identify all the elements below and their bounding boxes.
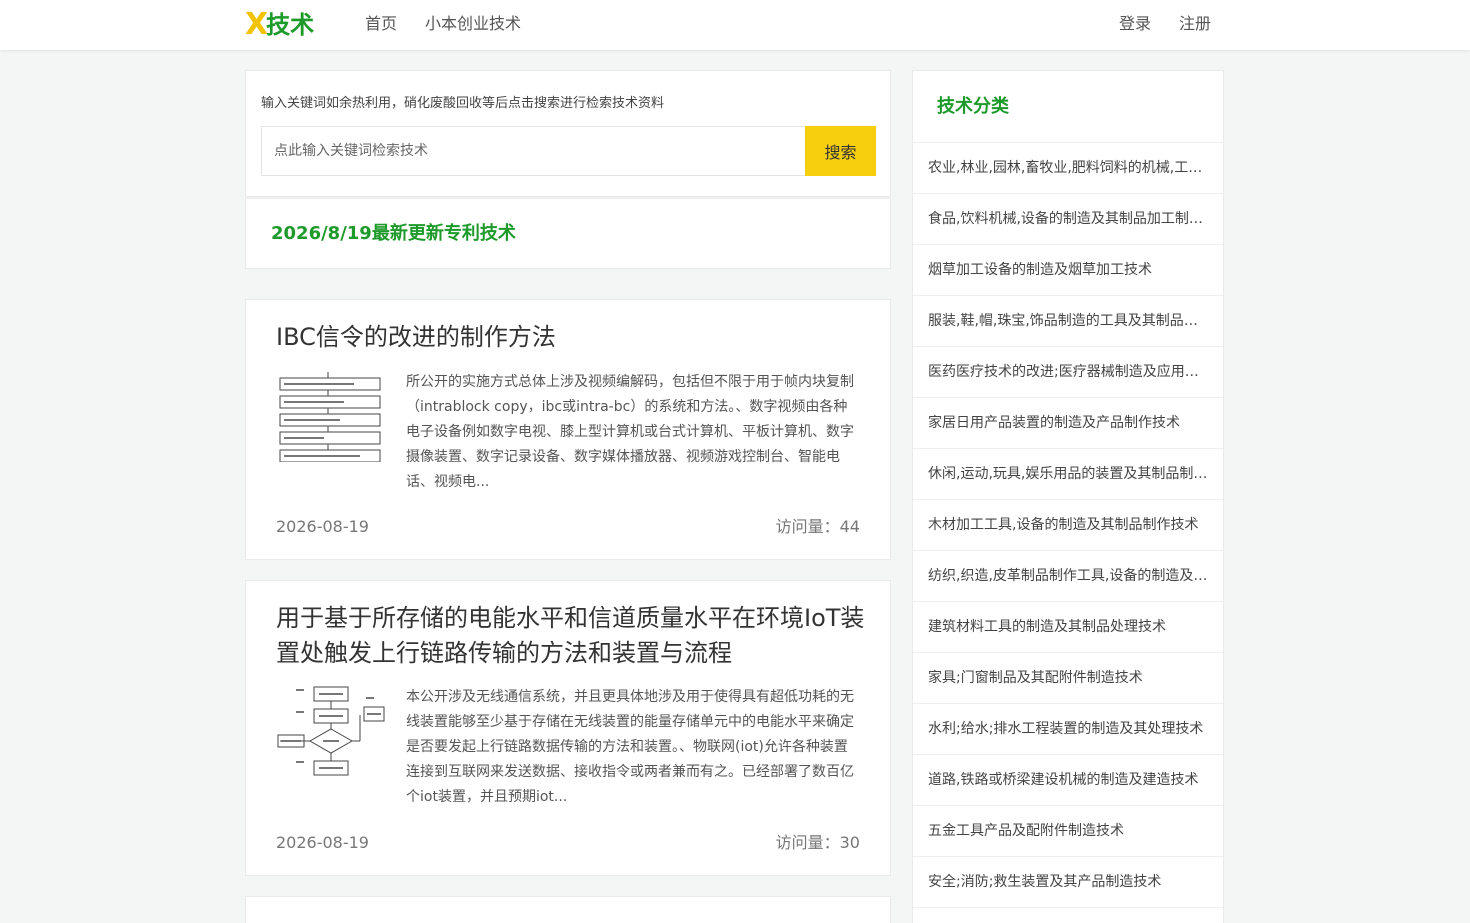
logo-mark: X	[245, 7, 268, 42]
category-link[interactable]: 木材加工工具,设备的制造及其制品制作技术	[928, 515, 1208, 535]
category-link[interactable]: 农业,林业,园林,畜牧业,肥料饲料的机械,工具的制造及其加工技术	[928, 158, 1208, 178]
article-date: 2026-08-19	[276, 833, 369, 852]
flowchart-diagram-icon	[277, 686, 385, 776]
logo-text: 技术	[266, 11, 315, 39]
latest-update-title: 2026/8/19最新更新专利技术	[271, 223, 516, 244]
category-item: 休闲,运动,玩具,娱乐用品的装置及其制品制作技术	[913, 449, 1223, 500]
category-item: 建筑材料工具的制造及其制品处理技术	[913, 602, 1223, 653]
category-item: 家具;门窗制品及其配附件制造技术	[913, 653, 1223, 704]
category-link[interactable]: 安全;消防;救生装置及其产品制造技术	[928, 872, 1208, 892]
login-link[interactable]: 登录	[1119, 14, 1151, 34]
article-views: 访问量：30	[775, 833, 860, 852]
category-link[interactable]: 家居日用产品装置的制造及产品制作技术	[928, 413, 1208, 433]
article-card: IBC信令的改进的制作方法 所公开的实施方式总体上涉及视频编解码，包括但不限于用…	[245, 299, 891, 560]
article-views: 访问量：44	[775, 517, 860, 536]
category-title: 技术分类	[937, 96, 1009, 117]
category-link[interactable]: 水利;给水;排水工程装置的制造及其处理技术	[928, 719, 1208, 739]
flowchart-diagram-icon	[279, 372, 381, 463]
category-link[interactable]: 医药医疗技术的改进;医疗器械制造及应用技术	[928, 362, 1208, 382]
latest-update-panel: 2026/8/19最新更新专利技术	[245, 197, 891, 269]
category-sidebar: 技术分类 农业,林业,园林,畜牧业,肥料饲料的机械,工具的制造及其加工技术 食品…	[912, 70, 1224, 923]
article-title[interactable]: IBC信令的改进的制作方法	[276, 320, 866, 355]
category-link[interactable]: 服装,鞋,帽,珠宝,饰品制造的工具及其制品技术	[928, 311, 1208, 331]
category-item: 道路,铁路或桥梁建设机械的制造及建造技术	[913, 755, 1223, 806]
category-item: 食品,饮料机械,设备的制造及其制品加工制作,储藏技术	[913, 194, 1223, 245]
search-hint: 输入关键词如余热利用，硝化废酸回收等后点击搜索进行检索技术资料	[261, 96, 665, 111]
category-link[interactable]: 家具;门窗制品及其配附件制造技术	[928, 668, 1208, 688]
search-button[interactable]: 搜索	[805, 126, 876, 176]
article-thumbnail[interactable]	[276, 370, 386, 463]
article-date: 2026-08-19	[276, 517, 369, 536]
category-item: 医药医疗技术的改进;医疗器械制造及应用技术	[913, 347, 1223, 398]
register-link[interactable]: 注册	[1179, 14, 1211, 34]
category-item: 农业,林业,园林,畜牧业,肥料饲料的机械,工具的制造及其加工技术	[913, 143, 1223, 194]
search-panel: 输入关键词如余热利用，硝化废酸回收等后点击搜索进行检索技术资料 搜索	[245, 70, 891, 197]
category-item: 水利;给水;排水工程装置的制造及其处理技术	[913, 704, 1223, 755]
article-title[interactable]: 用于基于所存储的电能水平和信道质量水平在环境IoT装置处触发上行链路传输的方法和…	[276, 601, 866, 671]
category-item: 安全;消防;救生装置及其产品制造技术	[913, 857, 1223, 908]
category-item: 五金工具产品及配附件制造技术	[913, 806, 1223, 857]
top-navbar: X 技术 首页 小本创业技术 登录 注册	[0, 0, 1470, 50]
article-thumbnail[interactable]	[276, 685, 386, 777]
site-logo[interactable]: X 技术	[245, 8, 325, 42]
category-link[interactable]: 休闲,运动,玩具,娱乐用品的装置及其制品制作技术	[928, 464, 1208, 484]
category-item: 服装,鞋,帽,珠宝,饰品制造的工具及其制品技术	[913, 296, 1223, 347]
category-item: 烟草加工设备的制造及烟草加工技术	[913, 245, 1223, 296]
category-item: 纺织,织造,皮革制品制作工具,设备的制造及其制品制作技术	[913, 551, 1223, 602]
category-header: 技术分类	[913, 71, 1223, 143]
category-list: 农业,林业,园林,畜牧业,肥料饲料的机械,工具的制造及其加工技术 食品,饮料机械…	[913, 143, 1223, 908]
category-link[interactable]: 建筑材料工具的制造及其制品处理技术	[928, 617, 1208, 637]
article-card: 用于基于所存储的电能水平和信道质量水平在环境IoT装置处触发上行链路传输的方法和…	[245, 580, 891, 876]
category-link[interactable]: 道路,铁路或桥梁建设机械的制造及建造技术	[928, 770, 1208, 790]
search-input[interactable]	[261, 126, 806, 176]
article-summary: 本公开涉及无线通信系统，并且更具体地涉及用于使得具有超低功耗的无线装置能够至少基…	[406, 689, 854, 805]
article-summary: 所公开的实施方式总体上涉及视频编解码，包括但不限于用于帧内块复制（intrabl…	[406, 374, 854, 490]
category-item: 木材加工工具,设备的制造及其制品制作技术	[913, 500, 1223, 551]
category-link[interactable]: 纺织,织造,皮革制品制作工具,设备的制造及其制品制作技术	[928, 566, 1208, 586]
nav-home[interactable]: 首页	[365, 14, 397, 34]
article-card	[245, 896, 891, 923]
category-item: 家居日用产品装置的制造及产品制作技术	[913, 398, 1223, 449]
category-link[interactable]: 五金工具产品及配附件制造技术	[928, 821, 1208, 841]
nav-small-business-tech[interactable]: 小本创业技术	[425, 14, 521, 34]
category-link[interactable]: 食品,饮料机械,设备的制造及其制品加工制作,储藏技术	[928, 209, 1208, 229]
category-link[interactable]: 烟草加工设备的制造及烟草加工技术	[928, 260, 1208, 280]
